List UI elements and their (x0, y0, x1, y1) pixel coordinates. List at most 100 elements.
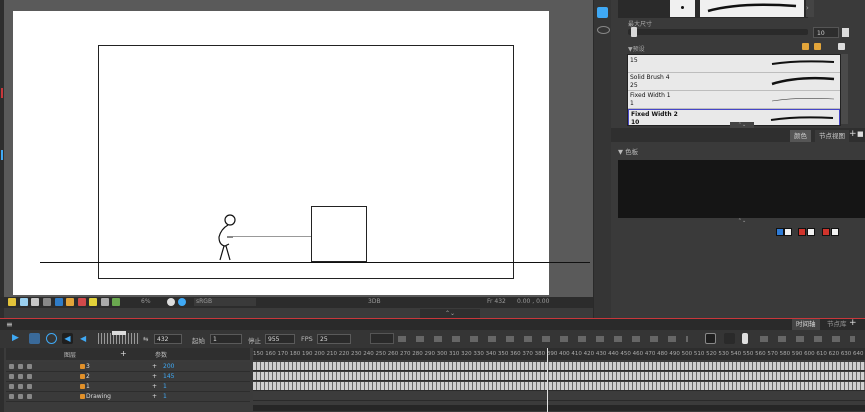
menu-icon[interactable] (838, 43, 845, 50)
tool-select[interactable] (370, 333, 394, 344)
eye-icon[interactable] (597, 26, 610, 34)
collapse-arrows[interactable]: ⌃⌄ (420, 309, 480, 318)
preset-item[interactable]: 15 (628, 55, 840, 73)
keyframe-tools[interactable] (398, 336, 688, 342)
layer-row[interactable]: Drawing + 1 (6, 392, 250, 402)
expand-icon[interactable]: + (152, 362, 157, 371)
layer-row[interactable]: 1 + 1 (6, 382, 250, 392)
zoom-level[interactable]: 6% (141, 298, 151, 305)
lightbulb-icon[interactable] (8, 298, 16, 306)
expand-icon[interactable]: + (152, 392, 157, 401)
preset-item[interactable]: Fixed Width 1 1 (628, 91, 840, 109)
visibility-icon[interactable] (9, 374, 14, 379)
layer-track[interactable] (253, 372, 865, 381)
start-frame-field[interactable]: 1 (210, 334, 242, 344)
color-icon[interactable] (27, 374, 32, 379)
rotate-icon[interactable] (101, 298, 109, 306)
new-preset-icon[interactable] (802, 43, 809, 50)
frame-icon[interactable] (31, 298, 39, 306)
size-slider[interactable] (628, 29, 808, 35)
current-frame-field[interactable]: 432 (154, 334, 182, 344)
camera-frame (98, 45, 514, 279)
add-tab-icon[interactable]: + (849, 129, 857, 139)
timeline-options[interactable] (760, 336, 855, 342)
play-icon[interactable]: ▶ (12, 333, 23, 344)
preview-scroll-arrow[interactable]: › (806, 0, 814, 17)
speed-slider-handle[interactable] (112, 331, 126, 335)
camera-icon[interactable] (20, 298, 28, 306)
ground-line (40, 262, 590, 263)
palette-list[interactable] (618, 160, 865, 218)
image-icon[interactable] (55, 298, 63, 306)
brush-tool-icon[interactable] (597, 7, 608, 18)
brush-preset-list[interactable]: 15 Solid Brush 4 25 Fixed Width 1 1 Fixe… (627, 54, 841, 126)
fps-field[interactable]: 25 (317, 334, 351, 344)
swatch-white[interactable] (784, 228, 792, 236)
layer-name: 2 (86, 373, 90, 380)
gear-icon[interactable] (167, 298, 175, 306)
swatch-white[interactable] (807, 228, 815, 236)
onion-skin-icon[interactable] (78, 298, 86, 306)
visibility-icon[interactable] (9, 384, 14, 389)
preset-item[interactable]: Solid Brush 4 25 (628, 73, 840, 91)
color-wheel-icon[interactable] (178, 298, 186, 306)
size-lock-icon[interactable] (842, 28, 849, 37)
expand-icon[interactable]: + (152, 372, 157, 381)
size-value-field[interactable]: 10 (813, 27, 839, 38)
view-toggle-icon[interactable] (724, 333, 735, 344)
tab-color[interactable]: 颜色 (790, 130, 811, 142)
stop-frame-field[interactable]: 955 (265, 334, 295, 344)
tab-node-library[interactable]: 节点库 (823, 319, 851, 330)
color-icon[interactable] (27, 384, 32, 389)
lock-icon[interactable] (66, 298, 74, 306)
menu-icon[interactable]: ≡ (6, 320, 13, 329)
color-icon[interactable] (27, 394, 32, 399)
play-selection-icon[interactable] (29, 333, 40, 344)
tool-properties-panel (611, 0, 865, 318)
layer-track[interactable] (253, 362, 865, 371)
layer-name: Drawing (86, 393, 111, 400)
add-tab-icon[interactable]: + (849, 318, 857, 328)
tab-node-view[interactable]: 节点视图 (815, 130, 849, 142)
lock-icon[interactable] (18, 384, 23, 389)
lock-icon[interactable] (18, 364, 23, 369)
flash-icon[interactable] (89, 298, 97, 306)
visibility-icon[interactable] (9, 364, 14, 369)
preset-name: Solid Brush 4 (630, 74, 670, 81)
layer-row[interactable]: 2 + 145 (6, 372, 250, 382)
lock-icon[interactable] (18, 394, 23, 399)
swatch-red[interactable] (822, 228, 830, 236)
preset-options-icon[interactable] (814, 43, 821, 50)
brush-color-icon[interactable] (776, 228, 784, 236)
preset-size: 1 (630, 100, 634, 107)
display-toggle-icon[interactable] (742, 333, 748, 344)
loop-icon[interactable] (46, 333, 57, 344)
color-space-select[interactable]: sRGB (194, 298, 256, 306)
expand-icon[interactable]: + (152, 382, 157, 391)
onion-skin-toggle[interactable] (705, 333, 716, 344)
brush-dot-preview (670, 0, 695, 17)
frame-ruler[interactable]: 150 160 170 180 190 200 210 220 230 240 … (253, 348, 865, 360)
playhead[interactable] (547, 348, 548, 412)
picture-icon[interactable] (112, 298, 120, 306)
color-icon[interactable] (27, 364, 32, 369)
swatch-red[interactable] (798, 228, 806, 236)
layer-row[interactable]: 3 + 200 (6, 362, 250, 372)
preset-size: 10 (631, 119, 640, 126)
sound-icon[interactable]: ◀ (62, 333, 73, 344)
layer-track[interactable] (253, 382, 865, 391)
layer-track[interactable] (253, 392, 865, 401)
frame-step-icon[interactable]: ⇆ (143, 335, 148, 343)
lock-icon[interactable] (18, 374, 23, 379)
drawing-layer-icon (80, 394, 85, 399)
panel-menu-icon[interactable]: ■ (857, 130, 864, 138)
tab-timeline[interactable]: 时间轴 (792, 319, 820, 330)
add-layer-icon[interactable]: + (120, 349, 127, 358)
size-slider-handle[interactable] (631, 27, 637, 37)
timeline-scrollbar[interactable] (253, 405, 865, 411)
preset-scrollbar[interactable] (841, 54, 848, 124)
visibility-icon[interactable] (9, 394, 14, 399)
sound-scrub-icon[interactable]: ◀ (80, 333, 91, 344)
grid-icon[interactable] (43, 298, 51, 306)
swatch-white[interactable] (831, 228, 839, 236)
